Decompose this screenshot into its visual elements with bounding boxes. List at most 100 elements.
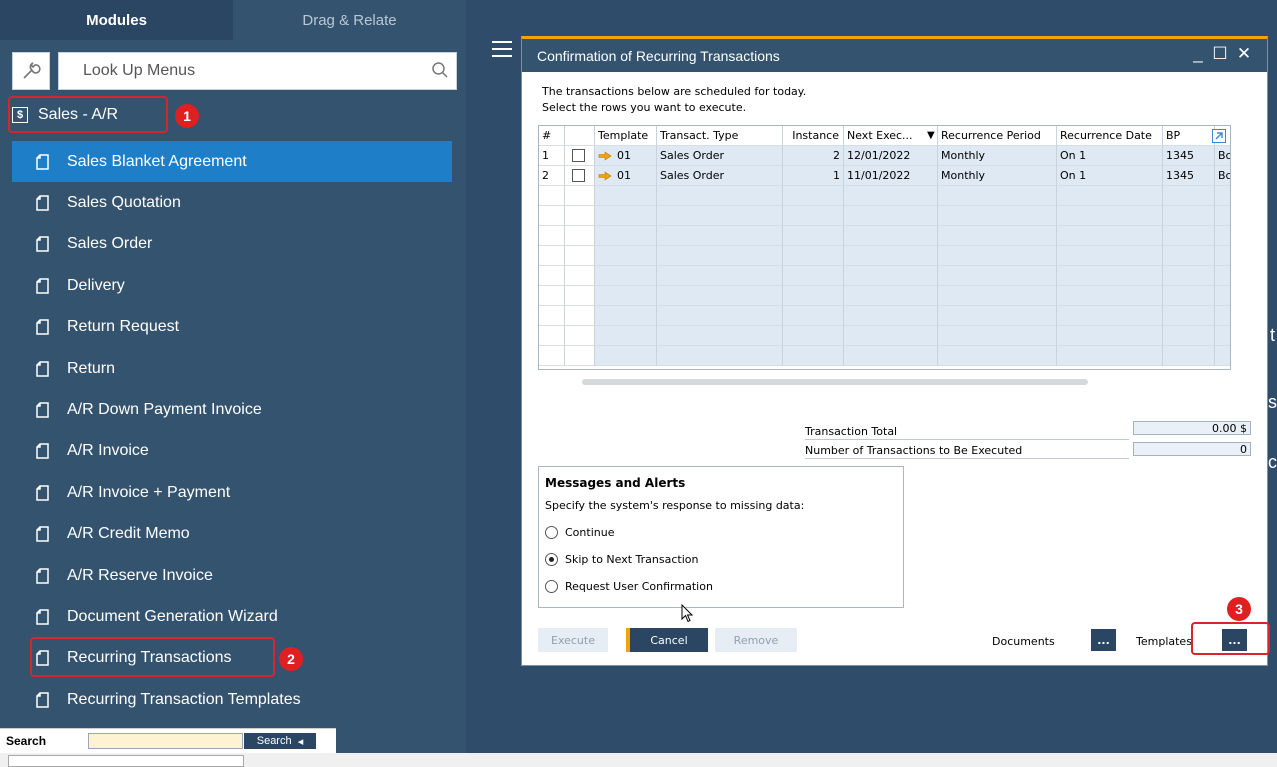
menu-item-label: A/R Invoice + Payment bbox=[67, 483, 231, 501]
document-icon bbox=[36, 402, 49, 418]
close-icon[interactable]: ✕ bbox=[1234, 43, 1254, 65]
column-header[interactable] bbox=[565, 126, 595, 146]
radio-circle[interactable] bbox=[545, 579, 558, 593]
menu-item[interactable]: Sales Blanket Agreement bbox=[12, 141, 452, 183]
column-header[interactable]: BP bbox=[1163, 126, 1215, 146]
menu-item[interactable]: A/R Credit Memo bbox=[12, 514, 452, 555]
column-header[interactable]: Next Exec... bbox=[844, 126, 938, 146]
document-icon bbox=[36, 609, 49, 625]
lookup-menus-input[interactable] bbox=[58, 52, 457, 90]
table-row[interactable]: 2 01 Sales Order 1 11/01/2022 Monthly On 1 1345… bbox=[539, 166, 1230, 186]
search-field[interactable] bbox=[88, 733, 243, 749]
menu-item[interactable]: Delivery bbox=[12, 265, 452, 306]
dialog-titlebar[interactable]: Confirmation of Recurring Transactions _… bbox=[522, 39, 1267, 72]
documents-dots-button[interactable]: ... bbox=[1091, 629, 1116, 651]
transaction-total-label: Transaction Total bbox=[805, 425, 898, 438]
table-cell: 01 bbox=[595, 166, 657, 186]
table-cell bbox=[539, 286, 565, 306]
tab-drag-relate[interactable]: Drag & Relate bbox=[233, 0, 466, 40]
expand-icon[interactable] bbox=[1212, 129, 1226, 146]
column-header[interactable]: # bbox=[539, 126, 565, 146]
execute-button[interactable]: Execute bbox=[538, 628, 608, 652]
menu-item[interactable]: Sales Quotation bbox=[12, 182, 452, 223]
column-header[interactable]: Transact. Type bbox=[657, 126, 783, 146]
search-icon[interactable] bbox=[431, 61, 449, 84]
dialog-title: Confirmation of Recurring Transactions bbox=[537, 47, 780, 64]
menu-item[interactable]: Recurring Transaction Templates bbox=[12, 679, 452, 720]
maximize-icon[interactable]: ☐ bbox=[1210, 43, 1230, 65]
column-header[interactable]: Recurrence Date bbox=[1057, 126, 1163, 146]
document-icon bbox=[36, 278, 49, 294]
search-button[interactable]: Search ◂ bbox=[244, 733, 316, 749]
column-header[interactable]: Recurrence Period bbox=[938, 126, 1057, 146]
table-cell: 1345 bbox=[1163, 146, 1215, 166]
menu-item[interactable]: A/R Down Payment Invoice bbox=[12, 389, 452, 430]
radio-request-confirmation[interactable]: Request User Confirmation bbox=[545, 578, 713, 594]
template-value: 01 bbox=[617, 149, 631, 162]
wrench-icon[interactable] bbox=[12, 52, 50, 90]
tab-modules[interactable]: Modules bbox=[0, 0, 233, 40]
templates-dots-button[interactable]: ... bbox=[1222, 629, 1247, 651]
table-cell bbox=[1215, 186, 1230, 206]
table-cell bbox=[1163, 286, 1215, 306]
minimize-icon[interactable]: _ bbox=[1188, 43, 1208, 65]
menu-item-label: Sales Order bbox=[67, 235, 153, 253]
link-arrow-icon[interactable] bbox=[598, 150, 612, 161]
dollar-icon: $ bbox=[12, 107, 28, 123]
table-cell bbox=[938, 206, 1057, 226]
table-row-empty bbox=[539, 346, 1230, 366]
row-checkbox[interactable] bbox=[572, 169, 585, 182]
table-cell[interactable] bbox=[565, 146, 595, 166]
menu-item[interactable]: Return bbox=[12, 348, 452, 389]
intro-text-line1: The transactions below are scheduled for… bbox=[542, 85, 807, 98]
horizontal-scrollbar[interactable] bbox=[582, 379, 1088, 385]
menu-item[interactable]: Recurring Transactions bbox=[12, 638, 452, 679]
table-cell bbox=[1163, 306, 1215, 326]
menu-item[interactable]: Document Generation Wizard bbox=[12, 596, 452, 637]
table-cell bbox=[595, 286, 657, 306]
document-icon bbox=[36, 567, 49, 584]
remove-button[interactable]: Remove bbox=[715, 628, 797, 652]
table-header: # Template Transact. Type Instance Next Exec… bbox=[539, 126, 1230, 146]
table-row-empty bbox=[539, 226, 1230, 246]
table-cell bbox=[844, 206, 938, 226]
table-row[interactable]: 1 01 Sales Order 2 12/01/2022 Monthly On 1 1345… bbox=[539, 146, 1230, 166]
table-cell bbox=[1215, 346, 1230, 366]
module-header-sales-ar[interactable]: $ Sales - A/R bbox=[12, 98, 168, 132]
num-transactions-label: Number of Transactions to Be Executed bbox=[805, 444, 1023, 457]
table-cell: Sales Order bbox=[657, 166, 783, 186]
table-cell bbox=[844, 286, 938, 306]
recurring-transactions-dialog: Confirmation of Recurring Transactions _… bbox=[521, 36, 1268, 666]
table-cell bbox=[783, 226, 844, 246]
sort-descending-icon[interactable]: ▼ bbox=[927, 130, 935, 141]
table-cell bbox=[783, 306, 844, 326]
menu-item[interactable]: Return Request bbox=[12, 307, 452, 348]
caret-left-icon: ◂ bbox=[297, 735, 304, 748]
hamburger-menu-icon[interactable] bbox=[492, 40, 514, 58]
menu-item[interactable]: Sales Order bbox=[12, 224, 452, 265]
table-cell bbox=[539, 186, 565, 206]
cancel-button[interactable]: Cancel bbox=[626, 628, 708, 652]
radio-skip-to-next[interactable]: Skip to Next Transaction bbox=[545, 551, 698, 567]
menu-list: Sales Blanket Agreement Sales Quotation Sa… bbox=[12, 141, 452, 720]
table-cell bbox=[844, 306, 938, 326]
table-cell: Bc bbox=[1215, 146, 1230, 166]
radio-circle[interactable] bbox=[545, 525, 558, 539]
table-cell bbox=[938, 326, 1057, 346]
document-icon bbox=[36, 692, 49, 708]
radio-circle[interactable] bbox=[545, 552, 558, 566]
column-header[interactable]: Template bbox=[595, 126, 657, 146]
table-cell: 11/01/2022 bbox=[844, 166, 938, 186]
table-cell bbox=[1215, 326, 1230, 346]
table-cell bbox=[1163, 326, 1215, 346]
column-header[interactable]: Instance bbox=[783, 126, 844, 146]
menu-item[interactable]: A/R Invoice bbox=[12, 431, 452, 472]
menu-item[interactable]: A/R Invoice + Payment bbox=[12, 472, 452, 513]
table-cell bbox=[1057, 206, 1163, 226]
radio-continue[interactable]: Continue bbox=[545, 524, 614, 540]
link-arrow-icon[interactable] bbox=[598, 170, 612, 181]
module-header-label: Sales - A/R bbox=[38, 106, 119, 123]
table-cell[interactable] bbox=[565, 166, 595, 186]
row-checkbox[interactable] bbox=[572, 149, 585, 162]
menu-item[interactable]: A/R Reserve Invoice bbox=[12, 555, 452, 596]
